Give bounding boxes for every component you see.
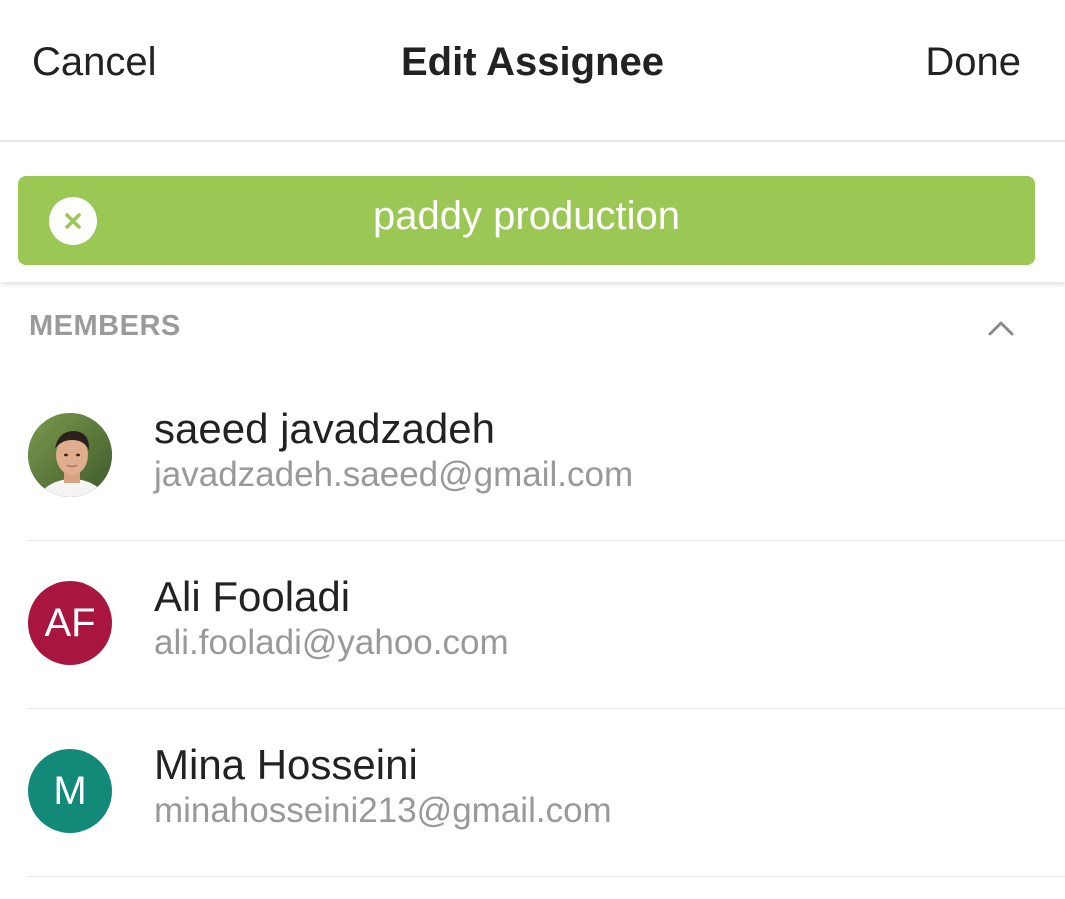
avatar: AF xyxy=(28,581,112,665)
edit-assignee-screen: Cancel Edit Assignee Done paddy producti… xyxy=(0,0,1065,899)
member-item-mina-hosseini[interactable]: M Mina Hosseini minahosseini213@gmail.co… xyxy=(0,709,1065,877)
done-button[interactable]: Done xyxy=(925,40,1021,85)
member-email: minahosseini213@gmail.com xyxy=(154,791,612,830)
member-name: Mina Hosseini xyxy=(154,741,418,788)
member-name: saeed javadzadeh xyxy=(154,405,495,452)
members-section-title: MEMBERS xyxy=(29,310,181,342)
avatar: M xyxy=(28,749,112,833)
member-email: javadzadeh.saeed@gmail.com xyxy=(154,455,634,494)
page-title: Edit Assignee xyxy=(400,40,665,84)
avatar-initials: M xyxy=(53,769,87,813)
selected-assignees-area: paddy production xyxy=(0,144,1065,282)
divider xyxy=(28,876,1065,877)
member-email: ali.fooladi@yahoo.com xyxy=(154,623,509,662)
selected-assignee-chip[interactable]: paddy production xyxy=(18,176,1035,265)
user-photo-icon xyxy=(28,413,112,497)
avatar-initials: AF xyxy=(44,601,96,645)
members-section-header: MEMBERS xyxy=(0,282,1065,372)
chevron-up-icon[interactable] xyxy=(986,318,1016,338)
member-name: Ali Fooladi xyxy=(154,573,351,620)
member-item-ali-fooladi[interactable]: AF Ali Fooladi ali.fooladi@yahoo.com xyxy=(0,541,1065,709)
header-bar: Cancel Edit Assignee Done xyxy=(0,0,1065,142)
member-item-saeed-javadzadeh[interactable]: saeed javadzadeh javadzadeh.saeed@gmail.… xyxy=(0,373,1065,541)
avatar xyxy=(28,413,112,497)
selected-assignee-label: paddy production xyxy=(373,194,680,238)
